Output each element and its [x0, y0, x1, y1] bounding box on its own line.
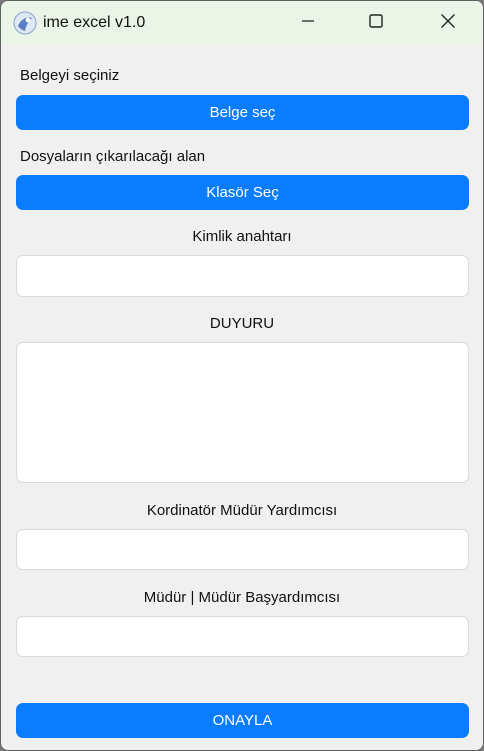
maximize-icon: [368, 13, 384, 34]
maximize-button[interactable]: [353, 1, 399, 45]
identity-key-label: Kimlik anahtarı: [192, 228, 292, 245]
minimize-icon: [300, 13, 316, 34]
select-document-button[interactable]: Belge seç: [16, 95, 469, 130]
folder-label: Dosyaların çıkarılacağı alan: [20, 148, 206, 165]
app-window: ime excel v1.0 Belgeyi seçiniz Belge seç…: [0, 0, 484, 751]
title-bar[interactable]: ime excel v1.0: [1, 1, 483, 45]
announcement-label: DUYURU: [209, 315, 275, 332]
announcement-textarea[interactable]: [16, 342, 469, 483]
document-label: Belgeyi seçiniz: [20, 67, 120, 84]
submit-button[interactable]: ONAYLA: [16, 703, 469, 738]
coordinator-input[interactable]: [16, 529, 469, 570]
identity-key-input[interactable]: [16, 255, 469, 297]
close-button[interactable]: [425, 1, 471, 45]
coordinator-label: Kordinatör Müdür Yardımcısı: [146, 502, 338, 519]
principal-label: Müdür | Müdür Başyardımcısı: [143, 589, 341, 606]
close-icon: [440, 13, 456, 34]
minimize-button[interactable]: [285, 1, 331, 45]
app-logo-icon: [13, 11, 37, 35]
window-title: ime excel v1.0: [43, 14, 146, 31]
principal-input[interactable]: [16, 616, 469, 657]
select-folder-button[interactable]: Klasör Seç: [16, 175, 469, 210]
